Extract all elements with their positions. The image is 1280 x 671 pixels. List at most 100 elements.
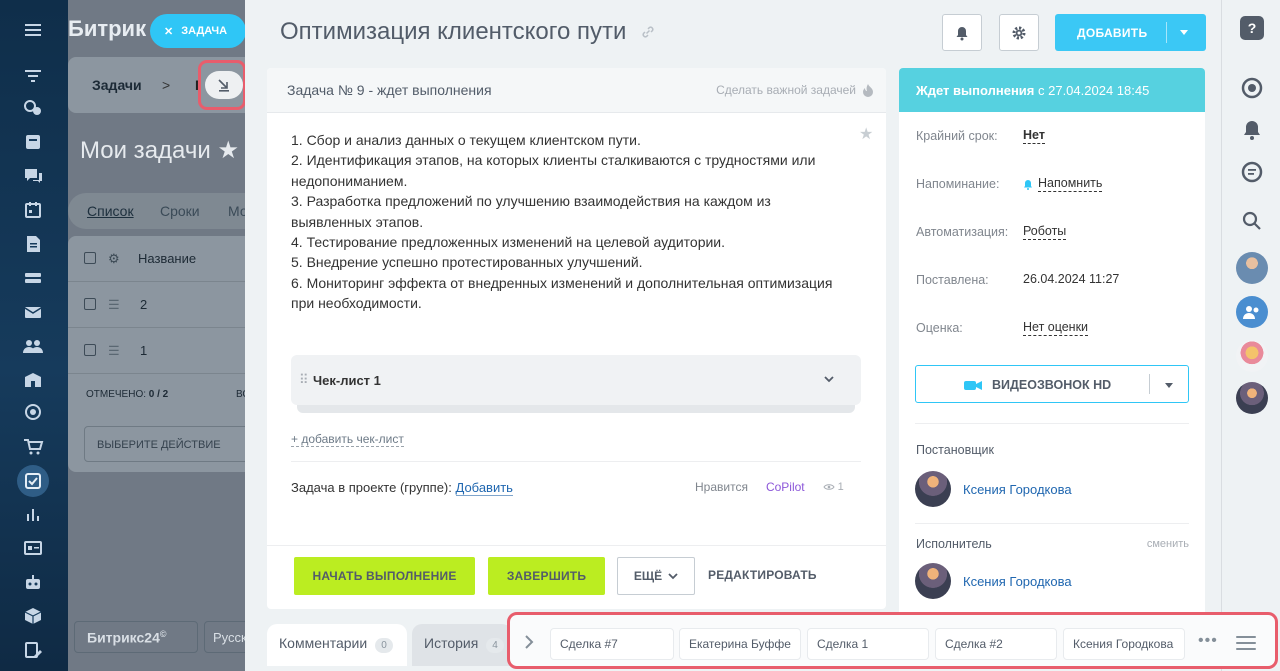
like-button[interactable]: Нравится [695, 480, 748, 494]
drive-icon[interactable] [22, 268, 44, 288]
list-menu-icon[interactable] [1236, 636, 1256, 654]
drag-handle-icon[interactable]: ⠿ [299, 372, 308, 388]
minimized-item[interactable]: Екатерина Буффе [679, 628, 801, 660]
project-add-link[interactable]: Добавить [455, 480, 513, 496]
row-title[interactable]: 1 [140, 343, 147, 358]
tab-list[interactable]: Список [87, 203, 134, 219]
star-icon[interactable]: ★ [859, 124, 873, 144]
reminder-value[interactable]: Напомнить [1023, 176, 1103, 192]
row-checkbox[interactable] [84, 298, 96, 310]
document-icon[interactable] [22, 234, 44, 254]
task-table: ⚙ Название ☰ 2 ☰ 1 ОТМЕЧЕНО: 0 / 2 ВС ВЫ… [68, 236, 250, 472]
group-chat-avatar[interactable] [1236, 296, 1268, 328]
change-assignee-link[interactable]: сменить [1147, 538, 1189, 550]
automation-label: Автоматизация: [916, 225, 1009, 239]
table-row[interactable]: ☰ 1 [68, 328, 246, 374]
column-name-header[interactable]: Название [138, 251, 196, 266]
notification-bell-button[interactable] [942, 14, 982, 51]
chevron-right-icon[interactable] [524, 635, 534, 649]
tasks-icon[interactable] [17, 465, 49, 497]
description-line: 3. Разработка предложений по улучшению в… [291, 193, 771, 230]
employees-icon[interactable] [22, 336, 44, 356]
video-call-button[interactable]: ВИДЕОЗВОНОК HD [915, 365, 1189, 403]
make-important-link[interactable]: Сделать важной задачей [716, 83, 874, 97]
contact-avatar[interactable] [1236, 382, 1268, 414]
checklist[interactable]: ⠿ Чек-лист 1 [291, 355, 861, 413]
row-checkbox[interactable] [84, 344, 96, 356]
footer-logo: Битрикс24© [74, 621, 198, 653]
drag-handle-icon[interactable]: ☰ [108, 343, 120, 359]
add-button[interactable]: ДОБАВИТЬ [1055, 14, 1206, 51]
avatar [915, 563, 951, 599]
breadcrumb-tasks[interactable]: Задачи [92, 77, 142, 93]
contact-avatar[interactable] [1236, 340, 1268, 372]
right-sidebar: ? [1221, 0, 1280, 671]
calendar-icon[interactable] [22, 200, 44, 220]
video-call-dropdown-icon[interactable] [1165, 383, 1173, 388]
video-call-label: ВИДЕОЗВОНОК HD [992, 378, 1112, 392]
tab-history[interactable]: История 4 [412, 624, 512, 666]
bell-icon [956, 26, 968, 40]
favorite-star-icon[interactable]: ★ [217, 137, 239, 164]
like-user[interactable]: CoPilot [766, 480, 805, 494]
add-dropdown-arrow-icon[interactable] [1180, 30, 1188, 35]
edit-list-icon[interactable] [22, 640, 44, 660]
add-checklist-link[interactable]: + добавить чек-лист [291, 432, 404, 447]
language-selector[interactable]: Русск [204, 621, 247, 653]
contact-card-icon[interactable] [22, 538, 44, 558]
finish-button[interactable]: ЗАВЕРШИТЬ [488, 557, 605, 595]
minimized-item[interactable]: Сделка #2 [935, 628, 1057, 660]
deadline-label: Крайний срок: [916, 129, 998, 143]
analytics-icon[interactable] [22, 504, 44, 524]
box-icon[interactable] [22, 606, 44, 626]
chevron-down-icon[interactable] [823, 373, 835, 385]
deadline-value[interactable]: Нет [1023, 128, 1045, 144]
action-select[interactable]: ВЫБЕРИТЕ ДЕЙСТВИЕ [84, 426, 246, 462]
start-button[interactable]: НАЧАТЬ ВЫПОЛНЕНИЕ [294, 557, 475, 595]
copy-link-icon[interactable] [640, 24, 656, 40]
crm-icon[interactable] [22, 98, 44, 118]
feed-icon[interactable] [22, 132, 44, 152]
tab-deadlines[interactable]: Сроки [160, 203, 200, 219]
settings-button[interactable] [999, 14, 1039, 51]
more-dots-icon[interactable]: ••• [1198, 632, 1218, 650]
description-line: 2. Идентификация этапов, на которых клие… [291, 152, 816, 189]
tab-comments[interactable]: Комментарии 0 [267, 624, 407, 666]
robot-icon[interactable] [22, 572, 44, 592]
gear-icon[interactable]: ⚙ [108, 251, 120, 267]
video-call-label-wrap: ВИДЕОЗВОНОК HD [964, 378, 1111, 392]
copilot-icon[interactable] [1240, 76, 1264, 100]
minimized-item[interactable]: Сделка 1 [807, 628, 929, 660]
search-icon[interactable] [1240, 209, 1264, 233]
drag-handle-icon[interactable]: ☰ [108, 297, 120, 313]
chat-icon[interactable] [22, 166, 44, 186]
row-title[interactable]: 2 [140, 297, 147, 312]
divider [915, 523, 1189, 524]
filter-icon[interactable] [22, 66, 44, 86]
status-bar: Ждет выполнения с 27.04.2024 18:45 [899, 68, 1205, 112]
assignee-person[interactable]: Ксения Городкова [915, 563, 1072, 599]
edit-button[interactable]: РЕДАКТИРОВАТЬ [708, 568, 817, 582]
table-row[interactable]: ☰ 2 [68, 282, 246, 328]
messenger-icon[interactable] [1240, 160, 1264, 184]
minimized-item[interactable]: Сделка #7 [550, 628, 674, 660]
help-icon[interactable]: ? [1240, 16, 1264, 40]
minimize-slider-button[interactable] [198, 60, 246, 110]
target-icon[interactable] [22, 402, 44, 422]
checklist-title: Чек-лист 1 [313, 373, 381, 388]
select-all-checkbox[interactable] [84, 252, 96, 264]
notifications-icon[interactable] [1240, 118, 1264, 142]
store-icon[interactable] [22, 370, 44, 390]
minimized-sliders-bar: Сделка #7 Екатерина Буффе Сделка 1 Сделк… [507, 612, 1278, 669]
creator-person[interactable]: Ксения Городкова [915, 471, 1072, 507]
more-button[interactable]: ЕЩЁ [617, 557, 695, 595]
minimized-item[interactable]: Ксения Городкова [1063, 628, 1185, 660]
hamburger-menu-icon[interactable] [22, 20, 44, 40]
mail-icon[interactable] [22, 302, 44, 322]
rating-value[interactable]: Нет оценки [1023, 320, 1089, 336]
contact-avatar[interactable] [1236, 252, 1268, 284]
cart-icon[interactable] [22, 436, 44, 456]
close-icon: ✕ [164, 25, 174, 38]
close-task-slider-button[interactable]: ✕ ЗАДАЧА [150, 14, 246, 48]
automation-value[interactable]: Роботы [1023, 224, 1067, 240]
